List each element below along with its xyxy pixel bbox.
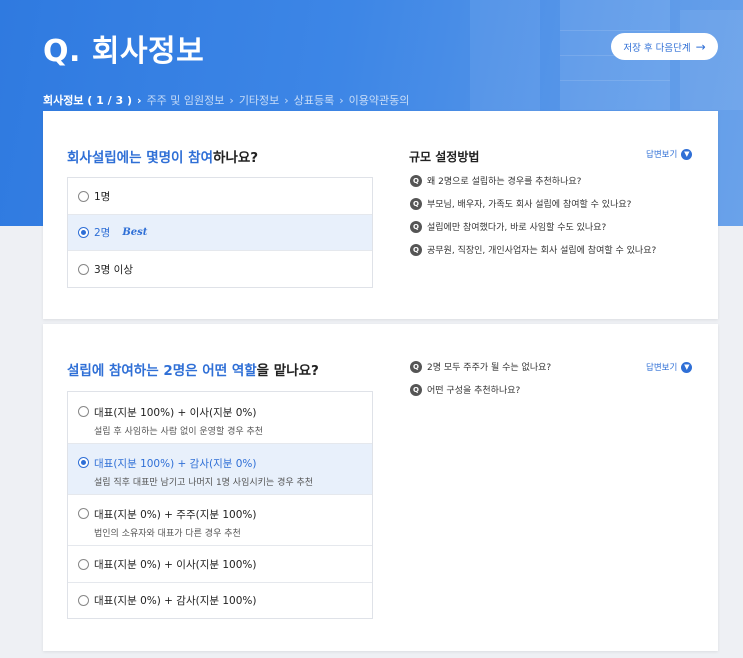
breadcrumb-step[interactable]: 주주 및 임원정보 xyxy=(147,92,225,108)
faq-text: 어떤 구성을 추천하나요? xyxy=(427,386,521,396)
option-label: 대표(지분 0%) + 이사(지분 100%) xyxy=(94,558,257,571)
option-description: 설립 직후 대표만 남기고 나머지 1명 사임시키는 경우 추천 xyxy=(94,478,314,488)
faq-text: 2명 모두 주주가 될 수는 없나요? xyxy=(427,363,552,373)
option-3-or-more[interactable]: 3명 이상 xyxy=(68,251,372,287)
role-option[interactable]: 대표(지분 100%) + 이사(지분 0%) 설립 후 사임하는 사람 없이 … xyxy=(68,392,372,444)
show-answers-link[interactable]: 답변보기 ▼ xyxy=(646,361,693,373)
radio-button[interactable] xyxy=(78,508,89,519)
background-stripe xyxy=(560,30,670,31)
radio-button[interactable] xyxy=(78,406,89,417)
role-option[interactable]: 대표(지분 0%) + 감사(지분 100%) xyxy=(68,583,372,618)
faq-text: 설립에만 참여했다가, 바로 사임할 수도 있나요? xyxy=(427,223,607,233)
question-icon: Q xyxy=(410,197,422,210)
chevron-right-icon: › xyxy=(339,93,344,107)
question-highlight: 설립에 참여하는 2명은 어떤 역할 xyxy=(67,363,257,379)
question-icon: Q xyxy=(410,243,422,256)
background-stripe xyxy=(560,80,670,81)
radio-button[interactable] xyxy=(78,263,89,275)
breadcrumb-step[interactable]: 상표등록 xyxy=(294,92,334,108)
option-label: 3명 이상 xyxy=(94,263,133,276)
question-icon: Q xyxy=(410,383,422,396)
participant-options: 1명 2명 Best 3명 이상 xyxy=(67,177,373,288)
question-card-roles: 설립에 참여하는 2명은 어떤 역할을 맡나요? 대표(지분 100%) + 이… xyxy=(43,324,718,651)
question-icon: Q xyxy=(410,220,422,233)
show-answers-link[interactable]: 답변보기 ▼ xyxy=(646,148,693,160)
option-description: 설립 후 사임하는 사람 없이 운영할 경우 추천 xyxy=(94,427,264,437)
faq-list: Q 2명 모두 주주가 될 수는 없나요? Q 어떤 구성을 추천하나요? xyxy=(410,355,551,401)
question-suffix: 을 맡나요? xyxy=(256,363,319,379)
radio-button[interactable] xyxy=(78,457,89,468)
question-icon: Q xyxy=(410,360,422,373)
option-label: 대표(지분 0%) + 주주(지분 100%) xyxy=(94,509,257,521)
faq-text: 부모님, 배우자, 가족도 회사 설립에 참여할 수 있나요? xyxy=(427,200,632,210)
question-card-participants: 회사설립에는 몇명이 참여하나요? 1명 2명 Best 3명 이상 규모 설정… xyxy=(43,111,718,319)
best-badge: Best xyxy=(122,227,148,238)
option-label: 대표(지분 0%) + 감사(지분 100%) xyxy=(94,595,257,607)
chevron-right-icon: › xyxy=(284,93,289,107)
save-next-button[interactable]: 저장 후 다음단계 → xyxy=(611,33,718,60)
faq-list: Q 왜 2명으로 설립하는 경우를 추천하나요? Q 부모님, 배우자, 가족도 회… xyxy=(410,169,656,261)
radio-button[interactable] xyxy=(78,595,89,606)
option-label: 1명 xyxy=(94,190,111,203)
side-title: 규모 설정방법 xyxy=(409,150,480,164)
save-next-label: 저장 후 다음단계 xyxy=(623,42,691,54)
option-2-persons[interactable]: 2명 Best xyxy=(68,215,372,251)
breadcrumb-current: 회사정보 ( 1 / 3 ) xyxy=(43,94,133,107)
faq-text: 공무원, 직장인, 개인사업자는 회사 설립에 참여할 수 있나요? xyxy=(427,246,657,256)
radio-button[interactable] xyxy=(78,190,89,202)
question-title: 회사설립에는 몇명이 참여하나요? xyxy=(67,146,258,166)
chevron-right-icon: › xyxy=(137,93,142,107)
option-description: 법인의 소유자와 대표가 다른 경우 추천 xyxy=(94,529,241,539)
arrow-right-icon: → xyxy=(695,39,706,54)
show-answers-label: 답변보기 xyxy=(646,150,678,160)
chevron-right-icon: › xyxy=(229,93,234,107)
question-suffix: 하나요? xyxy=(213,150,259,166)
show-answers-label: 답변보기 xyxy=(646,363,678,373)
role-options: 대표(지분 100%) + 이사(지분 0%) 설립 후 사임하는 사람 없이 … xyxy=(67,391,373,619)
chevron-down-icon: ▼ xyxy=(681,361,693,373)
breadcrumb: 회사정보 ( 1 / 3 ) › 주주 및 임원정보 › 기타정보 › 상표등록… xyxy=(43,92,409,108)
faq-item[interactable]: Q 어떤 구성을 추천하나요? xyxy=(410,378,551,401)
option-1-person[interactable]: 1명 xyxy=(68,178,372,215)
radio-button[interactable] xyxy=(78,227,89,238)
question-title: 설립에 참여하는 2명은 어떤 역할을 맡나요? xyxy=(67,359,319,379)
faq-item[interactable]: Q 설립에만 참여했다가, 바로 사임할 수도 있나요? xyxy=(410,215,656,238)
breadcrumb-step[interactable]: 이용약관동의 xyxy=(349,92,410,108)
faq-item[interactable]: Q 부모님, 배우자, 가족도 회사 설립에 참여할 수 있나요? xyxy=(410,192,656,215)
faq-item[interactable]: Q 공무원, 직장인, 개인사업자는 회사 설립에 참여할 수 있나요? xyxy=(410,238,656,261)
page-title: Q. 회사정보 xyxy=(43,34,205,69)
faq-item[interactable]: Q 2명 모두 주주가 될 수는 없나요? xyxy=(410,355,551,378)
role-option[interactable]: 대표(지분 0%) + 이사(지분 100%) xyxy=(68,546,372,583)
option-label: 2명 xyxy=(94,227,111,239)
question-highlight: 회사설립에는 몇명이 참여 xyxy=(67,150,214,166)
option-label: 대표(지분 100%) + 감사(지분 0%) xyxy=(94,458,257,470)
breadcrumb-step[interactable]: 기타정보 xyxy=(239,92,279,108)
chevron-down-icon: ▼ xyxy=(681,148,693,160)
faq-text: 왜 2명으로 설립하는 경우를 추천하나요? xyxy=(427,177,582,187)
option-label: 대표(지분 100%) + 이사(지분 0%) xyxy=(94,407,257,419)
faq-item[interactable]: Q 왜 2명으로 설립하는 경우를 추천하나요? xyxy=(410,169,656,192)
radio-button[interactable] xyxy=(78,558,89,570)
role-option[interactable]: 대표(지분 0%) + 주주(지분 100%) 법인의 소유자와 대표가 다른 … xyxy=(68,495,372,546)
background-building xyxy=(470,0,540,120)
role-option[interactable]: 대표(지분 100%) + 감사(지분 0%) 설립 직후 대표만 남기고 나머… xyxy=(68,444,372,495)
question-icon: Q xyxy=(410,174,422,187)
background-building xyxy=(680,10,743,110)
